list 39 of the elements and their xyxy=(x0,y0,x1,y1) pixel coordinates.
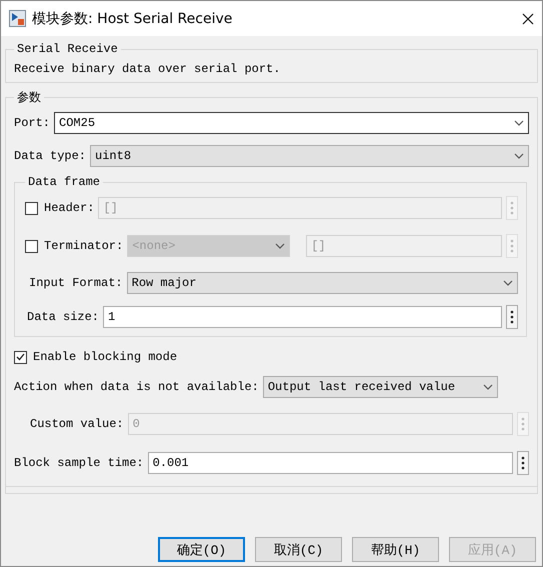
dropdown[interactable]: COM25 xyxy=(54,112,529,134)
field-label: Action when data is not available: xyxy=(14,380,259,394)
dropdown[interactable]: uint8 xyxy=(90,145,529,167)
chevron-icon xyxy=(275,243,286,249)
close-icon[interactable] xyxy=(522,12,534,24)
dialog-button[interactable]: 帮助(H) xyxy=(352,537,439,562)
field-label: Block sample time: xyxy=(14,456,144,470)
vertical-dots-icon xyxy=(510,310,514,324)
dialog-button[interactable]: 确定(O) xyxy=(158,537,245,562)
group-title: 参数 xyxy=(16,90,42,106)
field-label: Data type: xyxy=(14,149,86,163)
field-label: Data size: xyxy=(27,310,100,324)
input-field[interactable]: 0.001 xyxy=(148,452,513,474)
field-label: Input Format: xyxy=(29,276,123,290)
more-options-button[interactable] xyxy=(506,305,518,329)
chevron-icon xyxy=(514,120,524,126)
group-title: Data frame xyxy=(27,175,102,189)
description-text: Receive binary data over serial port. xyxy=(14,62,282,76)
chevron-icon xyxy=(503,280,513,286)
checkbox-label: Enable blocking mode xyxy=(33,350,178,364)
app-icon xyxy=(9,10,26,27)
vertical-dots-icon xyxy=(510,239,514,253)
chevron-icon xyxy=(482,384,493,390)
field-label: Port: xyxy=(14,116,50,130)
chevron-icon xyxy=(514,153,524,159)
vertical-dots-icon xyxy=(521,456,525,470)
dialog-button[interactable]: 取消(C) xyxy=(255,537,342,562)
dropdown[interactable]: Output last received value xyxy=(262,376,498,398)
window-title: 模块参数: Host Serial Receive xyxy=(32,10,234,28)
dropdown[interactable]: Row major xyxy=(126,272,518,294)
group-title: Serial Receive xyxy=(16,42,119,56)
checkbox-label: Header: xyxy=(44,201,94,215)
more-options-button[interactable] xyxy=(517,451,529,475)
vertical-dots-icon xyxy=(521,417,525,431)
checkbox[interactable] xyxy=(14,350,27,364)
checkbox-label: Terminator: xyxy=(44,239,124,253)
field-label: Custom value: xyxy=(30,417,124,431)
vertical-dots-icon xyxy=(510,201,514,215)
input-field[interactable]: 1 xyxy=(103,306,502,328)
